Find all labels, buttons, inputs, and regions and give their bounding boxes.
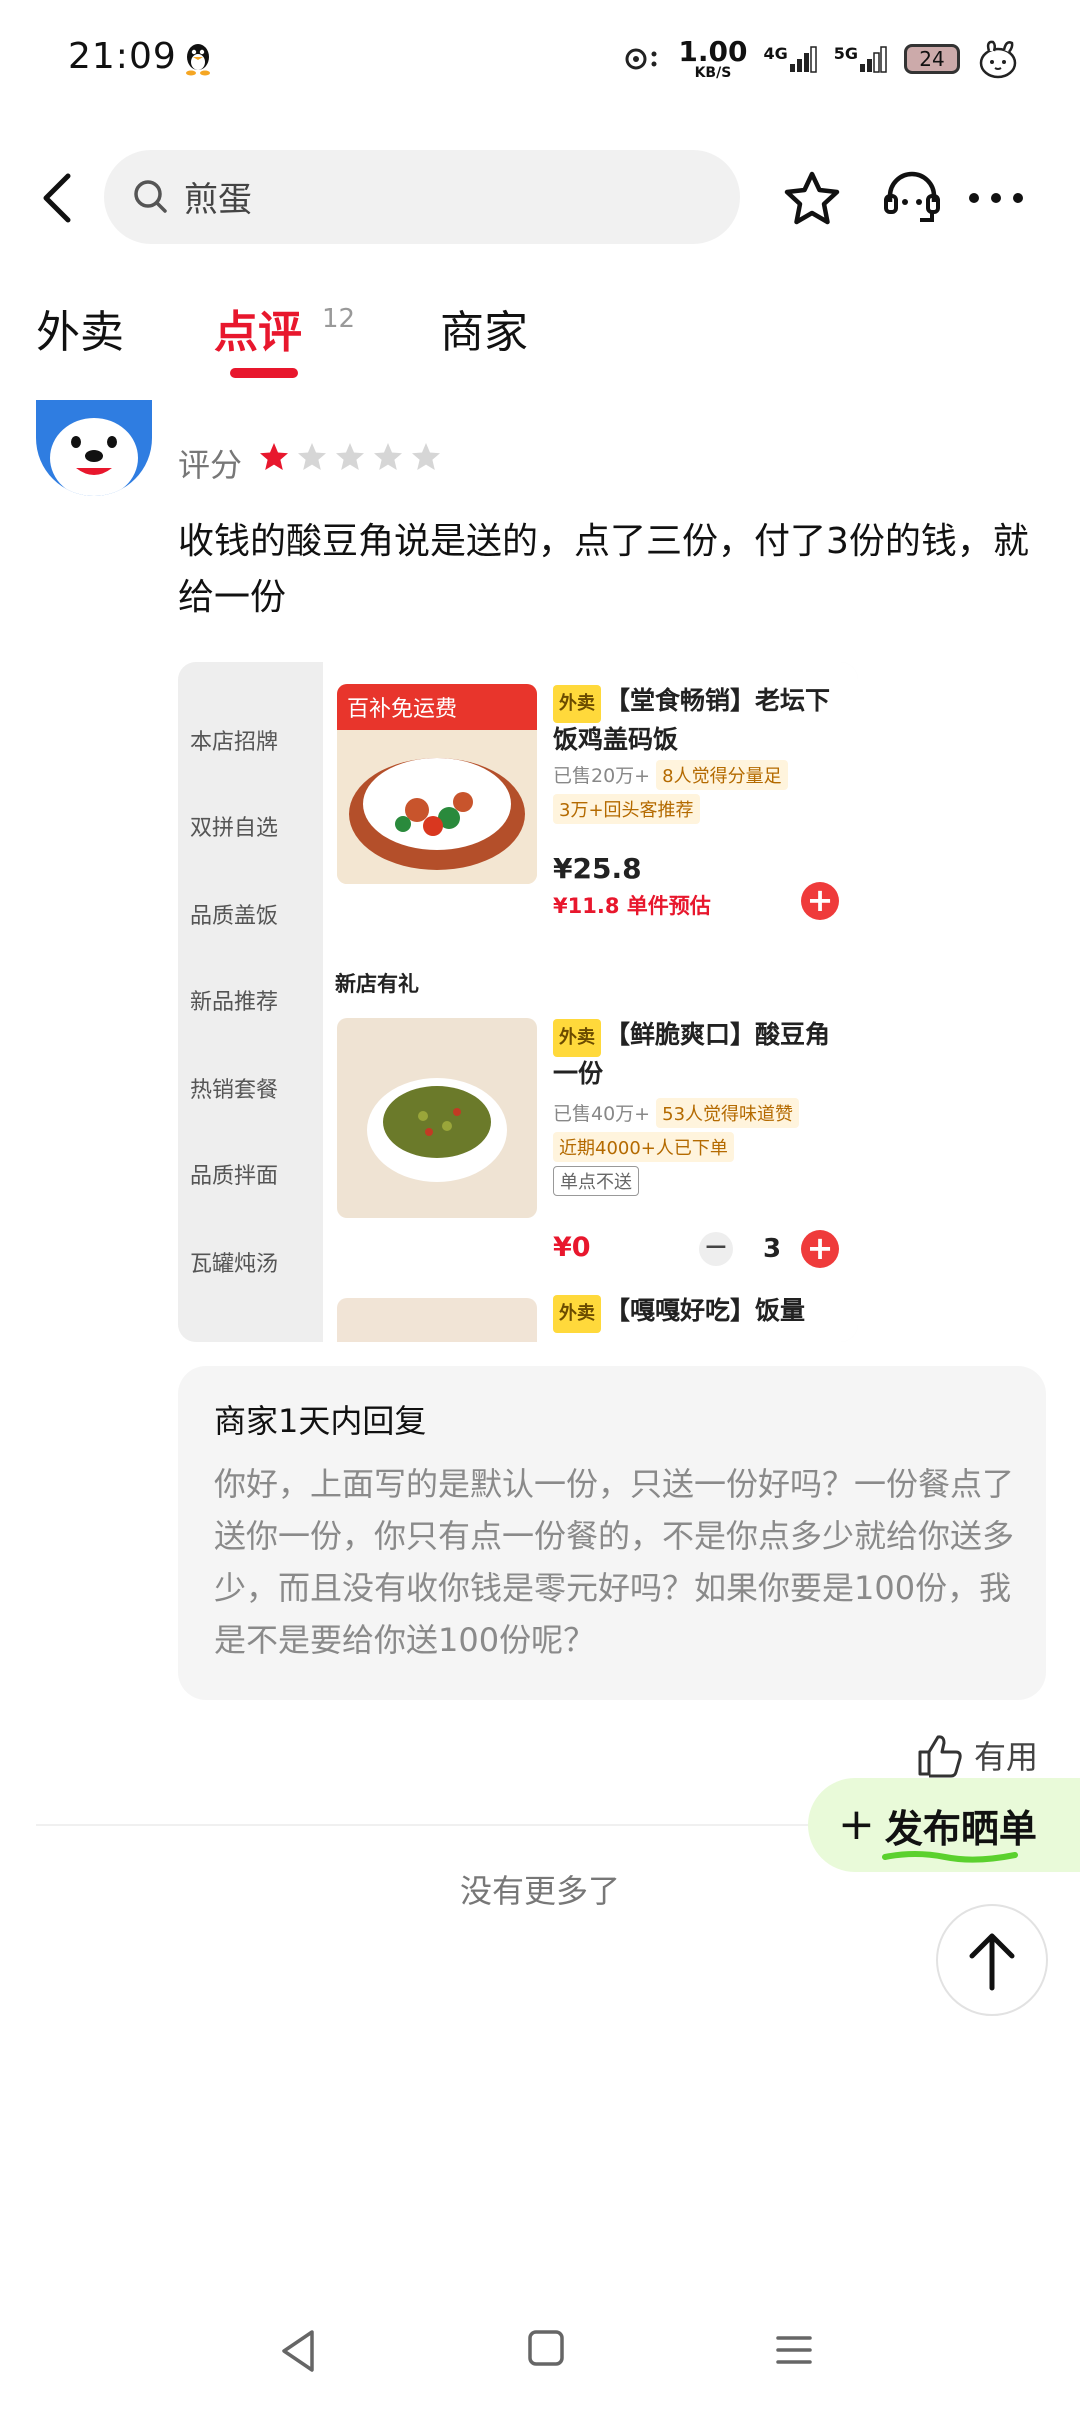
no-more-text: 没有更多了: [459, 1872, 620, 1910]
star-empty-icon: [412, 443, 440, 470]
product-stats: 近期4000+人已下单: [553, 1132, 734, 1162]
signal-bars-icon: [789, 46, 817, 73]
product-image-chicken-rice: 百补免运费: [337, 684, 537, 884]
qq-penguin-icon: [186, 44, 210, 76]
product-chip: 3万+回头客推荐: [553, 794, 700, 824]
post-review-label-text: 发布晒单: [884, 1806, 1037, 1851]
signal-5g-label: 5G: [833, 44, 858, 63]
battery-level: 24: [919, 47, 945, 71]
star-empty-icon: [374, 443, 402, 470]
product-price: ¥0: [553, 1232, 591, 1263]
tab-reviews[interactable]: 点评: [214, 296, 302, 360]
photo-category-sidebar: 本店招牌 双拼自选 品质盖饭 新品推荐 热销套餐 品质拌面 瓦罐炖汤: [178, 662, 323, 1342]
product-sold: 已售40万+: [553, 1103, 651, 1125]
nav-home-icon[interactable]: [526, 2328, 566, 2368]
post-review-button[interactable]: + 发布晒单: [808, 1778, 1080, 1872]
tab-takeout[interactable]: 外卖: [36, 296, 124, 360]
header: 煎蛋: [0, 150, 1080, 244]
merchant-reply-text: 你好，上面写的是默认一份，只送一份好吗？一份餐点了送你一份，你只有点一份餐的，不…: [214, 1465, 1015, 1659]
search-input[interactable]: 煎蛋: [104, 150, 740, 244]
product-stats: 已售20万+ 8人觉得分量足: [553, 760, 853, 790]
photo-category-item: 品质盖饭: [190, 904, 279, 929]
section-title: 新店有礼: [335, 972, 419, 996]
signal-bars-icon: [860, 46, 887, 73]
battery-icon: 24: [904, 44, 960, 74]
product-stats: 已售40万+ 53人觉得味道赞: [553, 1098, 853, 1128]
search-icon: [134, 180, 167, 213]
customer-service-icon[interactable]: [880, 166, 944, 230]
status-time: 21:09: [68, 36, 177, 77]
product-title-text: 【嘎嘎好吃】饭量: [605, 1296, 806, 1325]
merchant-reply-title: 商家1天内回复: [214, 1402, 427, 1440]
add-product-button: +: [801, 882, 839, 920]
product-sold: 已售20万+: [553, 765, 651, 787]
tab-reviews-count: 12: [322, 304, 356, 334]
tab-merchants[interactable]: 商家: [440, 296, 528, 360]
star-empty-icon: [298, 443, 326, 470]
takeout-tag: 外卖: [553, 685, 601, 723]
product-price: ¥25.8: [553, 852, 642, 885]
product-title: 外卖 【鲜脆爽口】酸豆角一份: [553, 1018, 843, 1091]
plus-icon: +: [838, 1799, 875, 1850]
avatar[interactable]: [36, 400, 152, 496]
status-icons: 1.00 KB/S 4G 5G 24: [622, 34, 1020, 84]
green-underline-decoration: [881, 1850, 1018, 1863]
product-image-pickled-beans: [337, 1018, 537, 1218]
takeout-tag: 外卖: [553, 1019, 601, 1057]
net-speed: 1.00 KB/S: [678, 35, 748, 81]
useful-label: 有用: [974, 1738, 1039, 1776]
signal-4g: 4G: [763, 44, 817, 74]
product-title: 外卖 【堂食畅销】老坛下饭鸡盖码饭: [553, 684, 843, 757]
star-empty-icon: [336, 443, 364, 470]
photo-category-item: 热销套餐: [190, 1078, 279, 1103]
product-stats: 3万+回头客推荐: [553, 794, 700, 824]
product-estimated-price: ¥11.8 单件预估: [553, 894, 711, 918]
net-speed-value: 1.00: [678, 35, 748, 68]
product-banner-text: 百补免运费: [347, 697, 457, 722]
favorite-star-icon[interactable]: [780, 168, 844, 232]
more-dots-icon[interactable]: [964, 166, 1028, 230]
signal-4g-label: 4G: [763, 44, 788, 63]
merchant-reply: 商家1天内回复 你好，上面写的是默认一份，只送一份好吗？一份餐点了送你一份，你只…: [178, 1366, 1046, 1700]
product-chip: 53人觉得味道赞: [656, 1098, 800, 1128]
useful-button[interactable]: 有用: [916, 1732, 1038, 1778]
avatar-dog-icon: [36, 400, 152, 496]
product-quantity: 3: [763, 1234, 782, 1264]
scroll-to-top-button[interactable]: [936, 1904, 1048, 2016]
review-photo[interactable]: 本店招牌 双拼自选 品质盖饭 新品推荐 热销套餐 品质拌面 瓦罐炖汤 百补免运费…: [178, 662, 858, 1342]
status-bar: 21:09 1.00 KB/S 4G 5G 24: [0, 0, 1080, 120]
product-chip: 8人觉得分量足: [656, 760, 788, 790]
review-text: 收钱的酸豆角说是送的，点了三份，付了3份的钱，就给一份: [178, 521, 1029, 618]
photo-product-list: 百补免运费 外卖 【堂食畅销】老坛下饭鸡盖码饭 已售20万+ 8人觉得分量足 3万…: [323, 662, 858, 1342]
product-chip: 近期4000+人已下单: [553, 1132, 734, 1162]
thumbs-up-icon: [918, 1735, 962, 1778]
post-review-label: 发布晒单: [881, 1798, 1037, 1863]
back-arrow-icon[interactable]: [30, 168, 90, 228]
rating-label: 评分: [178, 446, 243, 484]
arrow-up-icon: [969, 1933, 1015, 1991]
bunny-sticker-icon: [979, 40, 1017, 79]
minus-quantity-button: −: [699, 1232, 733, 1266]
rating-stars: [258, 441, 442, 473]
photo-category-item: 本店招牌: [190, 730, 279, 755]
system-nav-bar: [0, 2300, 1080, 2412]
takeout-tag: 外卖: [553, 1295, 601, 1333]
tab-bar: 外卖 点评 12 商家: [0, 296, 1080, 386]
photo-category-item: 双拼自选: [190, 816, 279, 841]
bluetooth-dots-icon: [625, 48, 657, 70]
photo-category-item: 品质拌面: [190, 1164, 279, 1189]
product-image-partial: [337, 1298, 537, 1342]
signal-5g: 5G: [834, 44, 888, 74]
add-product-button: +: [801, 1230, 839, 1268]
nav-recents-icon[interactable]: [774, 2330, 814, 2370]
not-delivered-alone-tag: 单点不送: [553, 1166, 639, 1196]
product-title: 外卖 【嘎嘎好吃】饭量: [553, 1294, 843, 1333]
star-filled-icon: [260, 443, 288, 470]
search-query: 煎蛋: [184, 180, 252, 220]
photo-category-item: 瓦罐炖汤: [190, 1252, 279, 1277]
net-speed-unit: KB/S: [694, 65, 732, 81]
photo-category-item: 新品推荐: [190, 990, 279, 1015]
tab-active-indicator: [230, 368, 298, 378]
nav-back-icon[interactable]: [276, 2326, 320, 2376]
